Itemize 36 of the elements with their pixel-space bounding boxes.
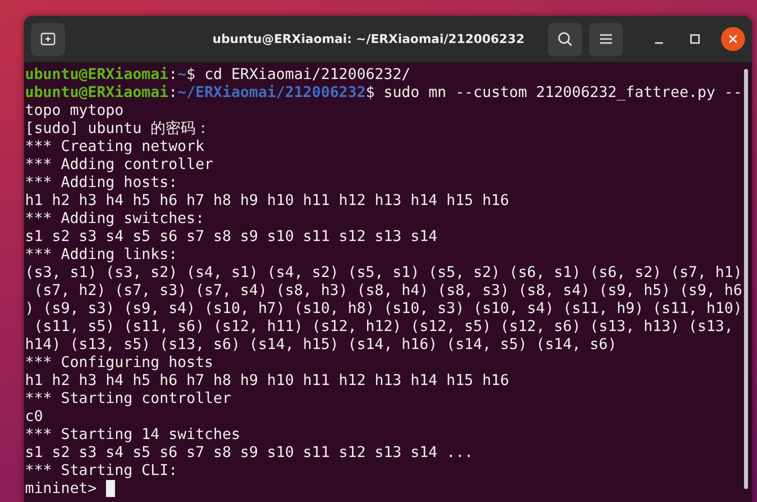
terminal-line: h1 h2 h3 h4 h5 h6 h7 h8 h9 h10 h11 h12 h13 h14 h15 h16 bbox=[25, 191, 510, 209]
terminal-line: *** Adding hosts: bbox=[25, 173, 178, 191]
terminal-line: s1 s2 s3 s4 s5 s6 s7 s8 s9 s10 s11 s12 s13 s14 ... bbox=[25, 443, 474, 461]
close-button[interactable] bbox=[721, 27, 745, 51]
search-icon bbox=[557, 31, 573, 47]
terminal-line: h1 h2 h3 h4 h5 h6 h7 h8 h9 h10 h11 h12 h13 h14 h15 h16 bbox=[25, 371, 510, 389]
terminal-line: h14) (s13, s5) (s13, s6) (s14, h15) (s14, h16) (s14, s5) (s14, s6) bbox=[25, 335, 617, 353]
new-tab-icon bbox=[40, 31, 56, 47]
scrollbar[interactable] bbox=[744, 69, 748, 489]
terminal-line: *** Configuring hosts bbox=[25, 353, 214, 371]
terminal-line: c0 bbox=[25, 407, 43, 425]
terminal-line: topo mytopo bbox=[25, 101, 124, 119]
terminal-line: [sudo] ubuntu 的密码： bbox=[25, 119, 211, 137]
terminal-line: (s3, s1) (s3, s2) (s4, s1) (s4, s2) (s5, s1) (s5, s2) (s6, s1) (s6, s2) (s7, h1) bbox=[25, 263, 742, 281]
terminal-line: *** Starting 14 switches bbox=[25, 425, 240, 443]
terminal-line: *** Starting controller bbox=[25, 389, 232, 407]
terminal-line: ubuntu@ERXiaomai:~$ cd ERXiaomai/212006232/ bbox=[25, 65, 411, 83]
terminal-line: *** Starting CLI: bbox=[25, 461, 178, 479]
terminal-line: *** Adding links: bbox=[25, 245, 178, 263]
menu-icon bbox=[599, 33, 613, 45]
terminal-line: *** Creating network bbox=[25, 137, 204, 155]
search-button[interactable] bbox=[548, 22, 582, 56]
maximize-icon bbox=[690, 34, 700, 44]
terminal-line: (s11, s5) (s11, s6) (s12, h11) (s12, h12) (s12, s5) (s12, s6) (s13, h13) (s13, bbox=[32, 317, 734, 335]
close-icon bbox=[728, 34, 738, 44]
new-tab-button[interactable] bbox=[31, 22, 65, 56]
terminal-line: s1 s2 s3 s4 s5 s6 s7 s8 s9 s10 s11 s12 s13 s14 bbox=[25, 227, 438, 245]
terminal-line: *** Adding controller bbox=[25, 155, 214, 173]
terminal-line: ) (s9, s3) (s9, s4) (s10, h7) (s10, h8) (s10, s3) (s10, s4) (s11, h9) (s11, h10) bbox=[25, 299, 742, 317]
terminal-line: ubuntu@ERXiaomai:~/ERXiaomai/212006232$ sudo mn --custom 212006232_fattree.py -- bbox=[25, 83, 742, 101]
minimize-icon bbox=[655, 42, 663, 44]
terminal-line: *** Adding switches: bbox=[25, 209, 204, 227]
window-title: ubuntu@ERXiaomai: ~/ERXiaomai/212006232 bbox=[212, 32, 526, 46]
menu-button[interactable] bbox=[589, 22, 623, 56]
terminal-line: mininet> bbox=[25, 479, 98, 497]
terminal-line: (s7, h2) (s7, s3) (s7, s4) (s8, h3) (s8, h4) (s8, s3) (s8, s4) (s9, h5) (s9, h6 bbox=[32, 281, 742, 299]
